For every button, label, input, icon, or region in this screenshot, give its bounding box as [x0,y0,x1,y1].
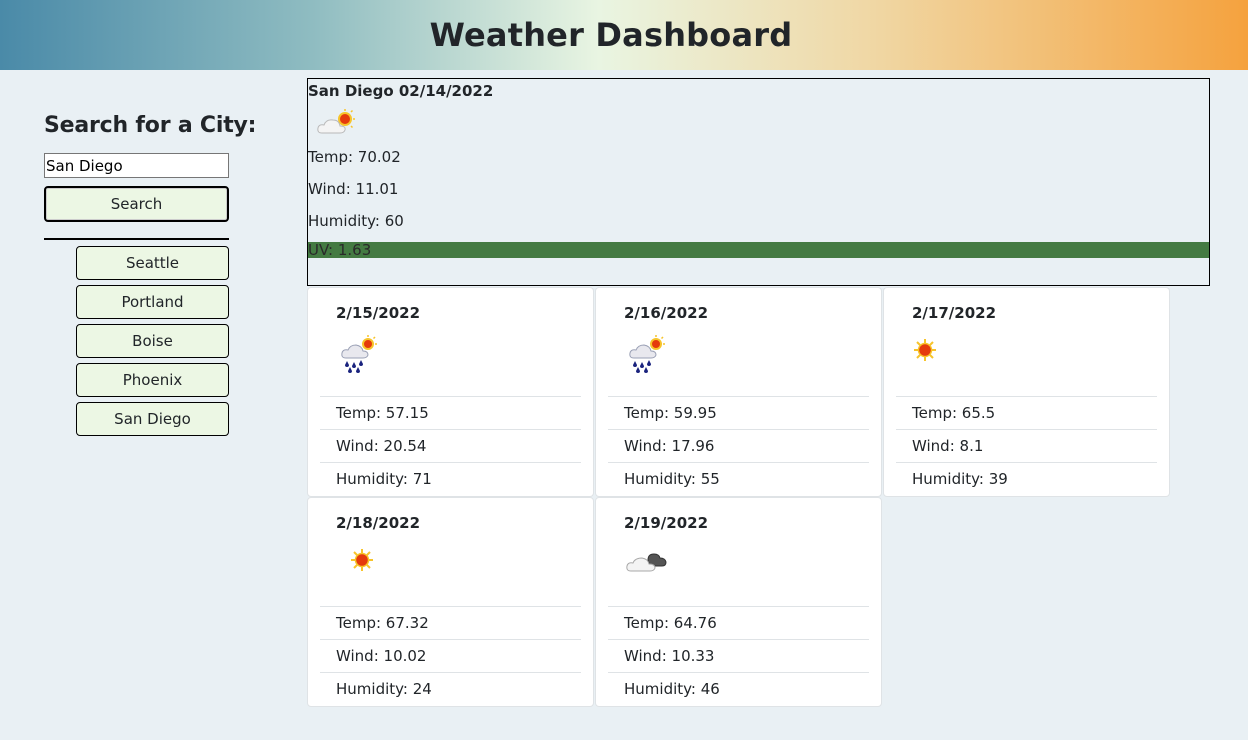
current-temp: Temp: 70.02 [308,148,401,166]
history-button-phoenix[interactable]: Phoenix [76,363,229,397]
forecast-humidity: Humidity: 39 [896,462,1157,495]
forecast-card: 2/16/2022 Temp: 59.95 Wind: 17.96 Humidi… [595,287,882,497]
five-day-forecast: 2/15/2022 Temp: 57.15 Wind: 20.54 Humidi… [307,287,1171,707]
forecast-wind: Wind: 20.54 [320,429,581,462]
forecast-card: 2/18/2022 Temp: 67.32 Wind: 10.02 Humidi… [307,497,594,707]
app-header: Weather Dashboard [0,0,1248,70]
forecast-details: Temp: 59.95 Wind: 17.96 Humidity: 55 [608,396,869,495]
forecast-date: 2/16/2022 [624,304,709,322]
forecast-temp: Temp: 64.76 [608,606,869,639]
uv-index-badge: UV: 1.63 [308,242,1209,258]
cloudy-icon [626,544,672,584]
forecast-temp: Temp: 59.95 [608,396,869,429]
forecast-wind: Wind: 10.02 [320,639,581,672]
current-wind: Wind: 11.01 [308,180,399,198]
search-history: Seattle Portland Boise Phoenix San Diego [44,246,229,436]
forecast-details: Temp: 65.5 Wind: 8.1 Humidity: 39 [896,396,1157,495]
current-weather-panel: San Diego 02/14/2022 Temp: 70.02 Wind: 1… [307,78,1210,286]
forecast-date: 2/19/2022 [624,514,709,532]
search-sidebar: Search for a City: Search Seattle Portla… [44,110,257,441]
forecast-humidity: Humidity: 46 [608,672,869,705]
page-title: Weather Dashboard [429,16,793,54]
forecast-wind: Wind: 8.1 [896,429,1157,462]
sun-icon [338,544,384,584]
rain-sun-icon [626,334,672,374]
forecast-humidity: Humidity: 71 [320,462,581,495]
forecast-temp: Temp: 57.15 [320,396,581,429]
forecast-card: 2/17/2022 Temp: 65.5 Wind: 8.1 Humidity:… [883,287,1170,497]
forecast-details: Temp: 64.76 Wind: 10.33 Humidity: 46 [608,606,869,705]
history-button-san-diego[interactable]: San Diego [76,402,229,436]
forecast-card: 2/19/2022 Temp: 64.76 Wind: 10.33 Humidi… [595,497,882,707]
forecast-wind: Wind: 10.33 [608,639,869,672]
divider [44,238,229,240]
current-city-date: San Diego 02/14/2022 [308,82,494,100]
forecast-humidity: Humidity: 55 [608,462,869,495]
search-button[interactable]: Search [44,186,229,222]
partly-cloudy-icon [308,102,1209,146]
history-button-boise[interactable]: Boise [76,324,229,358]
forecast-details: Temp: 57.15 Wind: 20.54 Humidity: 71 [320,396,581,495]
forecast-temp: Temp: 65.5 [896,396,1157,429]
current-humidity: Humidity: 60 [308,212,404,230]
forecast-card: 2/15/2022 Temp: 57.15 Wind: 20.54 Humidi… [307,287,594,497]
forecast-details: Temp: 67.32 Wind: 10.02 Humidity: 24 [320,606,581,705]
history-button-portland[interactable]: Portland [76,285,229,319]
search-heading: Search for a City: [44,113,257,138]
history-button-seattle[interactable]: Seattle [76,246,229,280]
rain-sun-icon [338,334,384,374]
sun-icon [914,334,960,374]
forecast-temp: Temp: 67.32 [320,606,581,639]
city-search-input[interactable] [44,153,229,178]
forecast-date: 2/18/2022 [336,514,421,532]
forecast-date: 2/15/2022 [336,304,421,322]
forecast-humidity: Humidity: 24 [320,672,581,705]
forecast-wind: Wind: 17.96 [608,429,869,462]
forecast-date: 2/17/2022 [912,304,997,322]
